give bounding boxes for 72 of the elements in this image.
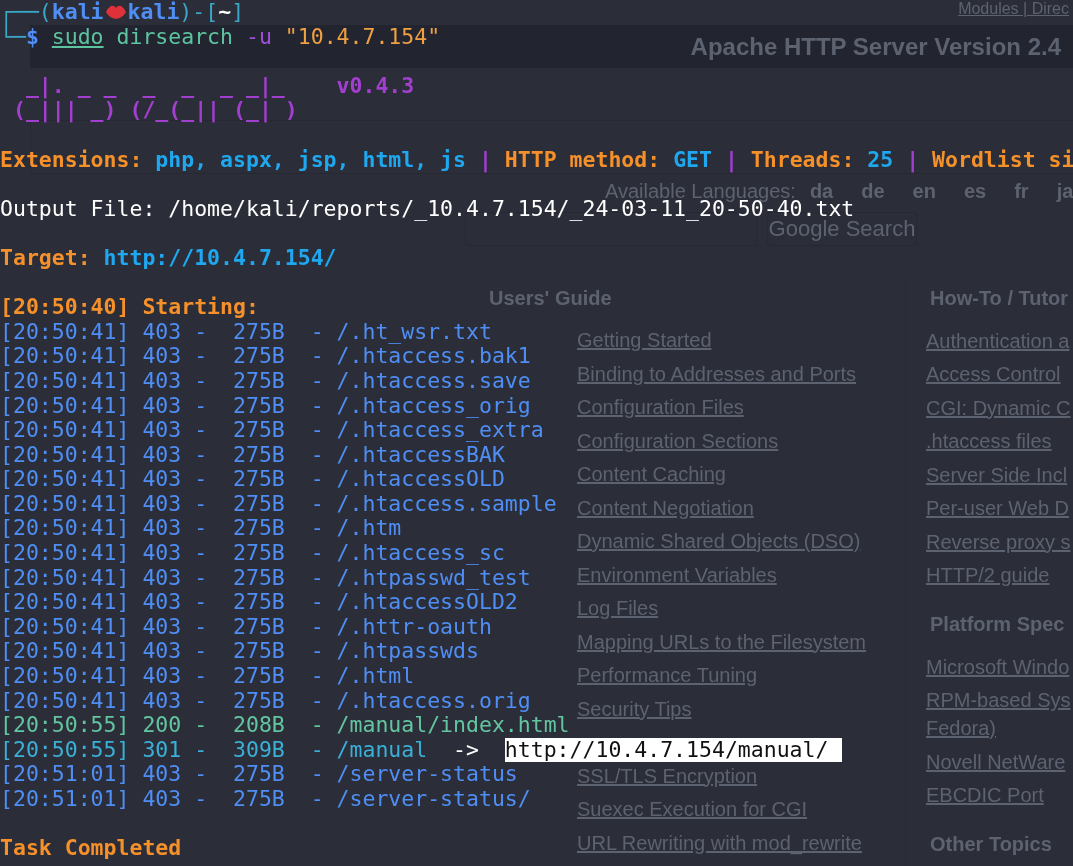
- terminal-text: )-[: [179, 0, 219, 25]
- terminal-line: [20:50:41] 403 - 275B - /.htaccess.orig: [0, 688, 531, 714]
- terminal-line: [20:50:41] 403 - 275B - /.htaccess_orig: [0, 393, 531, 419]
- terminal-line: [20:50:41] 403 - 275B - /.htaccess.sample: [0, 491, 557, 517]
- terminal-line: [20:50:41] 403 - 275B - /.htaccess.bak1: [0, 344, 531, 369]
- terminal-line: [20:50:55] 200 - 208B - /manual/index.html: [0, 713, 570, 738]
- language-link[interactable]: es: [963, 179, 987, 203]
- terminal-line: [20:51:01] 403 - 275B - /server-status/: [0, 787, 531, 812]
- doc-link[interactable]: Mapping URLs to the Filesystem: [577, 625, 866, 659]
- doc-link[interactable]: CGI: Dynamic C: [926, 393, 1073, 422]
- doc-link[interactable]: EBCDIC Port: [926, 781, 1073, 810]
- highlighted-url: http://10.4.7.154/manual/: [504, 738, 843, 763]
- doc-link[interactable]: Access Control: [926, 360, 1073, 389]
- terminal-line: [20:50:41] 403 - 275B - /.htaccess_sc: [0, 541, 505, 566]
- doc-link[interactable]: Security Tips: [577, 692, 692, 726]
- terminal-line: [20:50:41] 403 - 275B - /.htaccess.save: [0, 368, 531, 394]
- section-heading: Platform Spec: [929, 612, 1066, 637]
- doc-link[interactable]: Suexec Execution for CGI: [577, 793, 808, 827]
- terminal-text: kali: [51, 0, 104, 25]
- language-link[interactable]: fr: [1014, 179, 1029, 203]
- terminal-text: ┌──(: [0, 0, 52, 25]
- terminal-line: [20:50:41] 403 - 275B - /.htaccess_extra: [0, 418, 544, 443]
- doc-link[interactable]: Getting Started: [577, 324, 712, 358]
- terminal-line: [20:50:40] Starting:: [0, 295, 259, 320]
- doc-link[interactable]: Novell NetWare: [926, 747, 1073, 776]
- doc-link[interactable]: Dynamic Shared Objects (DSO): [577, 525, 861, 559]
- terminal-line: Extensions: php, aspx, jsp, html, js | HTTP method: GET | Threads: 25 | Wordlist si: [0, 147, 1073, 173]
- terminal-text: ~: [218, 0, 232, 25]
- doc-link[interactable]: Environment Variables: [577, 558, 777, 592]
- doc-link[interactable]: .htaccess files: [926, 427, 1073, 456]
- terminal-line: └─$ sudo dirsearch -u "10.4.7.154": [0, 24, 441, 50]
- terminal-line: _|. _ _ _ _ _ _|_ v0.4.3: [24, 73, 415, 99]
- terminal-line: [20:50:41] 403 - 275B - /.ht_wsr.txt: [0, 319, 492, 345]
- terminal-text: [20:50:55] 301 - 309B - /manual: [0, 737, 428, 763]
- doc-link[interactable]: Server Side Incl: [926, 460, 1073, 489]
- terminal-text: ->: [452, 737, 480, 763]
- terminal-line: [20:50:41] 403 - 275B - /.htpasswds: [0, 639, 479, 665]
- top-nav-links[interactable]: Modules | Direc: [958, 0, 1069, 18]
- terminal-text: ]: [231, 0, 245, 25]
- doc-link[interactable]: Per-user Web D: [926, 494, 1073, 523]
- terminal-line: (_||| _) (/_(_|| (_| ): [11, 98, 298, 123]
- terminal-line: [20:50:41] 403 - 275B - /.httr-oauth: [0, 614, 492, 640]
- terminal-line: [20:50:41] 403 - 275B - /.html: [0, 664, 415, 689]
- language-link[interactable]: de: [861, 179, 885, 203]
- section-heading: How-To / Tutor: [929, 286, 1070, 311]
- terminal-text: kali: [127, 0, 180, 25]
- doc-link[interactable]: Reverse proxy s: [926, 527, 1073, 556]
- doc-link[interactable]: Binding to Addresses and Ports: [577, 357, 857, 391]
- terminal-line: [20:50:41] 403 - 275B - /.htaccessOLD: [0, 467, 505, 492]
- doc-link[interactable]: Configuration Sections: [577, 424, 779, 458]
- doc-link[interactable]: Content Caching: [577, 458, 726, 492]
- terminal-line: [20:51:01] 403 - 275B - /server-status: [0, 762, 518, 787]
- doc-link[interactable]: Configuration Files: [577, 391, 744, 425]
- doc-link[interactable]: Performance Tuning: [577, 659, 758, 693]
- terminal-line: Target: http://10.4.7.154/: [0, 245, 337, 271]
- terminal-line: [20:50:41] 403 - 275B - /.htpasswd_test: [0, 565, 531, 591]
- doc-link[interactable]: Authentication a: [926, 326, 1073, 355]
- doc-link[interactable]: HTTP/2 guide: [926, 561, 1073, 590]
- terminal-line: [20:50:41] 403 - 275B - /.htaccessBAK: [0, 442, 505, 468]
- doc-link[interactable]: Log Files: [577, 592, 659, 626]
- doc-link[interactable]: Content Negotiation: [577, 491, 754, 525]
- doc-link[interactable]: Microsoft Windo: [926, 652, 1073, 681]
- language-link[interactable]: ja: [1056, 179, 1073, 203]
- terminal-line: [20:50:41] 403 - 275B - /.htaccessOLD2: [0, 590, 518, 615]
- language-link[interactable]: en: [912, 179, 936, 203]
- terminal-line: [20:50:41] 403 - 275B - /.htm: [0, 516, 402, 542]
- doc-link[interactable]: RPM-based Sys Fedora): [926, 686, 1073, 743]
- doc-link[interactable]: URL Rewriting with mod_rewrite: [577, 826, 862, 860]
- terminal-line: Task Completed: [0, 836, 182, 861]
- section-heading: Users' Guide: [488, 286, 613, 311]
- section-heading: Other Topics: [929, 832, 1053, 857]
- header-title: Apache HTTP Server Version 2.4: [690, 32, 1061, 61]
